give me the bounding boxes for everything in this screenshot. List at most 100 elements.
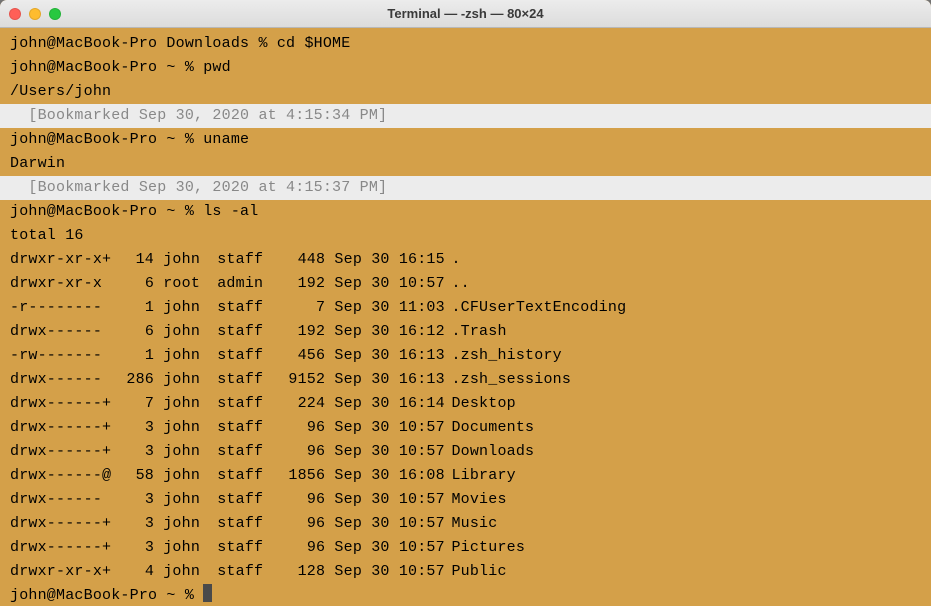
ls-links: 58	[118, 464, 154, 488]
ls-user: root	[163, 272, 217, 296]
ls-links: 1	[118, 344, 154, 368]
close-icon[interactable]	[9, 8, 21, 20]
ls-date: Sep 30 10:57	[334, 272, 451, 296]
ls-filename: .Trash	[451, 320, 506, 344]
ls-row: drwx------+3 johnstaff96 Sep 30 10:57Pic…	[10, 536, 921, 560]
ls-user: john	[163, 512, 217, 536]
prompt: john@MacBook-Pro ~ %	[10, 59, 203, 76]
ls-date: Sep 30 16:12	[334, 320, 451, 344]
ls-user: john	[163, 296, 217, 320]
ls-row: drwxr-xr-x+14 johnstaff448 Sep 30 16:15.	[10, 248, 921, 272]
ls-user: john	[163, 536, 217, 560]
ls-group: staff	[217, 320, 280, 344]
ls-date: Sep 30 16:08	[334, 464, 451, 488]
ls-links: 3	[118, 416, 154, 440]
ls-perms: drwx------+	[10, 392, 118, 416]
ls-size: 96	[280, 512, 325, 536]
ls-user: john	[163, 392, 217, 416]
ls-date: Sep 30 16:13	[334, 368, 451, 392]
command: uname	[203, 131, 249, 148]
prompt: john@MacBook-Pro ~ %	[10, 131, 203, 148]
ls-perms: drwx------	[10, 320, 118, 344]
ls-user: john	[163, 368, 217, 392]
ls-links: 3	[118, 488, 154, 512]
command: cd $HOME	[277, 35, 351, 52]
ls-filename: Movies	[451, 488, 506, 512]
ls-row: drwx------ 286 johnstaff9152 Sep 30 16:1…	[10, 368, 921, 392]
ls-links: 1	[118, 296, 154, 320]
ls-row: drwxr-xr-x+4 johnstaff128 Sep 30 10:57Pu…	[10, 560, 921, 584]
ls-size: 9152	[280, 368, 325, 392]
ls-date: Sep 30 11:03	[334, 296, 451, 320]
ls-perms: drwxr-xr-x	[10, 272, 118, 296]
ls-filename: Public	[451, 560, 506, 584]
zoom-icon[interactable]	[49, 8, 61, 20]
ls-perms: -rw-------	[10, 344, 118, 368]
prompt: john@MacBook-Pro ~ %	[10, 587, 203, 604]
ls-filename: Documents	[451, 416, 534, 440]
ls-size: 224	[280, 392, 325, 416]
ls-user: john	[163, 344, 217, 368]
ls-date: Sep 30 10:57	[334, 416, 451, 440]
ls-row: drwx------ 3 johnstaff96 Sep 30 10:57Mov…	[10, 488, 921, 512]
ls-filename: Music	[451, 512, 497, 536]
ls-size: 96	[280, 536, 325, 560]
ls-perms: -r--------	[10, 296, 118, 320]
ls-group: staff	[217, 560, 280, 584]
ls-group: admin	[217, 272, 280, 296]
ls-row: drwx------+3 johnstaff96 Sep 30 10:57Dow…	[10, 440, 921, 464]
ls-row: drwx------+3 johnstaff96 Sep 30 10:57Doc…	[10, 416, 921, 440]
ls-perms: drwx------	[10, 488, 118, 512]
ls-date: Sep 30 10:57	[334, 536, 451, 560]
terminal-line: john@MacBook-Pro ~ % ls -al	[10, 200, 921, 224]
output-line: /Users/john	[10, 80, 921, 104]
ls-perms: drwx------+	[10, 536, 118, 560]
ls-group: staff	[217, 440, 280, 464]
ls-row: drwxr-xr-x 6 rootadmin192 Sep 30 10:57..	[10, 272, 921, 296]
terminal-line: john@MacBook-Pro Downloads % cd $HOME	[10, 32, 921, 56]
ls-filename: .	[451, 248, 460, 272]
titlebar: Terminal — -zsh — 80×24	[0, 0, 931, 28]
ls-filename: ..	[451, 272, 469, 296]
command: ls -al	[203, 203, 258, 220]
prompt: john@MacBook-Pro ~ %	[10, 203, 203, 220]
ls-links: 3	[118, 512, 154, 536]
ls-user: john	[163, 416, 217, 440]
ls-user: john	[163, 440, 217, 464]
ls-filename: .zsh_sessions	[451, 368, 571, 392]
ls-size: 96	[280, 440, 325, 464]
ls-filename: .zsh_history	[451, 344, 561, 368]
ls-links: 7	[118, 392, 154, 416]
ls-date: Sep 30 10:57	[334, 440, 451, 464]
ls-links: 6	[118, 272, 154, 296]
ls-perms: drwxr-xr-x+	[10, 560, 118, 584]
ls-size: 1856	[280, 464, 325, 488]
ls-user: john	[163, 464, 217, 488]
terminal-body[interactable]: john@MacBook-Pro Downloads % cd $HOMEjoh…	[0, 28, 931, 606]
output-line: Darwin	[10, 152, 921, 176]
ls-size: 192	[280, 320, 325, 344]
ls-date: Sep 30 16:14	[334, 392, 451, 416]
ls-size: 456	[280, 344, 325, 368]
traffic-lights	[0, 8, 61, 20]
terminal-window: Terminal — -zsh — 80×24 john@MacBook-Pro…	[0, 0, 931, 606]
ls-date: Sep 30 16:15	[334, 248, 451, 272]
ls-group: staff	[217, 512, 280, 536]
ls-date: Sep 30 10:57	[334, 488, 451, 512]
ls-date: Sep 30 10:57	[334, 560, 451, 584]
ls-user: john	[163, 320, 217, 344]
terminal-line: john@MacBook-Pro ~ % pwd	[10, 56, 921, 80]
window-title: Terminal — -zsh — 80×24	[0, 6, 931, 21]
ls-row: drwx------ 6 johnstaff192 Sep 30 16:12.T…	[10, 320, 921, 344]
ls-filename: Desktop	[451, 392, 515, 416]
ls-links: 3	[118, 440, 154, 464]
bookmark-line: [Bookmarked Sep 30, 2020 at 4:15:37 PM]	[0, 176, 931, 200]
ls-size: 7	[280, 296, 325, 320]
output-line: total 16	[10, 224, 921, 248]
ls-perms: drwx------@	[10, 464, 118, 488]
minimize-icon[interactable]	[29, 8, 41, 20]
ls-links: 6	[118, 320, 154, 344]
ls-user: john	[163, 560, 217, 584]
ls-links: 4	[118, 560, 154, 584]
ls-size: 96	[280, 488, 325, 512]
